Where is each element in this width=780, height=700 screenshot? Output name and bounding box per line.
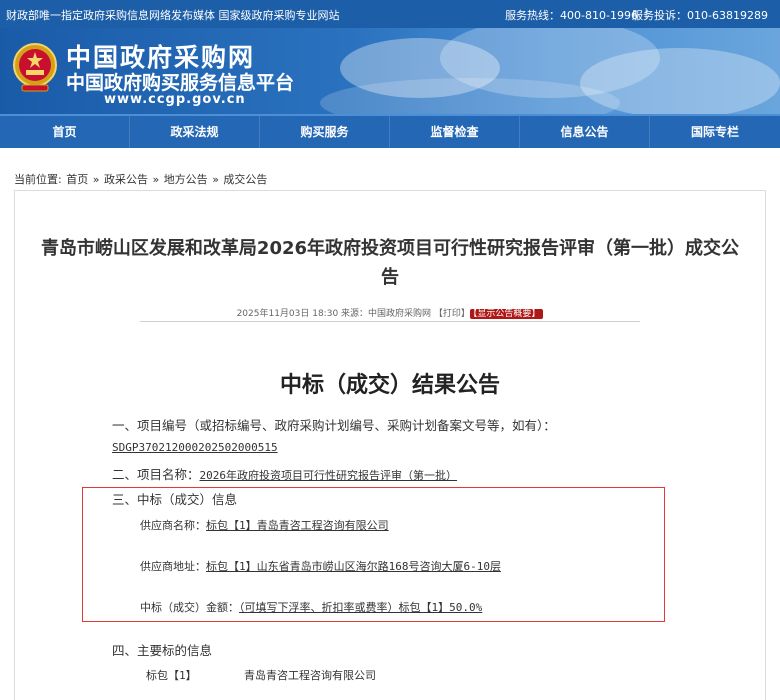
project-number: SDGP370212000202502000515 — [112, 441, 278, 454]
nav-item-home[interactable]: 首页 — [0, 116, 130, 148]
breadcrumb: 当前位置: 首页 » 政采公告 » 地方公告 » 成交公告 — [14, 171, 268, 187]
breadcrumb-separator: » — [212, 173, 219, 186]
supplier-name-label: 供应商名称： — [140, 519, 206, 532]
publish-info: 2025年11月03日 18:30 来源：中国政府采购网 【打印】 — [236, 309, 470, 319]
site-slogan: 财政部唯一指定政府采购信息网络发布媒体 国家级政府采购专业网站 — [6, 9, 340, 22]
summary-badge-button[interactable]: 【显示公告概要】 — [469, 309, 544, 319]
result-heading: 中标（成交）结果公告 — [279, 372, 500, 398]
supplier-address-value: 标包【1】山东省青岛市崂山区海尔路168号咨询大厦6-10层 — [206, 560, 501, 573]
nav-item-announcements[interactable]: 信息公告 — [520, 116, 650, 148]
project-name: 2026年政府投资项目可行性研究报告评审（第一批） — [199, 469, 458, 482]
section-2-label: 二、项目名称： — [112, 467, 200, 482]
breadcrumb-item-home[interactable]: 首页 — [66, 173, 88, 186]
lot-company: 青岛青咨工程咨询有限公司 — [244, 669, 376, 682]
article-meta: 2025年11月03日 18:30 来源：中国政府采购网 【打印】 【显示公告概要… — [14, 306, 766, 319]
nav-item-regulations[interactable]: 政采法规 — [130, 116, 260, 148]
nav-item-purchase-services[interactable]: 购买服务 — [260, 116, 390, 148]
main-nav: 首页 政采法规 购买服务 监督检查 信息公告 国际专栏 — [0, 114, 780, 148]
amount-value: （可填写下浮率、折扣率或费率）标包【1】50.0% — [239, 601, 483, 614]
amount-row: 中标（成交）金额：（可填写下浮率、折扣率或费率）标包【1】50.0% — [140, 599, 482, 615]
top-info-bar: 财政部唯一指定政府采购信息网络发布媒体 国家级政府采购专业网站 服务热线：400… — [0, 0, 780, 28]
breadcrumb-prefix: 当前位置: — [14, 173, 62, 186]
lot-label: 标包【1】 — [146, 669, 197, 682]
section-3-label: 三、中标（成交）信息 — [112, 492, 238, 507]
section-1-label: 一、项目编号（或招标编号、政府采购计划编号、采购计划备案文号等，如有）： — [112, 418, 556, 433]
national-emblem-icon — [13, 43, 57, 92]
breadcrumb-separator: » — [152, 173, 160, 186]
supplier-address-label: 供应商地址： — [140, 560, 206, 573]
breadcrumb-item-procurement[interactable]: 政采公告 — [104, 173, 148, 186]
site-banner: 中国政府采购网 中国政府购买服务信息平台 www.ccgp.gov.cn — [0, 28, 780, 114]
complaint-hotline: 服务投诉：010-63819289 — [632, 9, 768, 22]
amount-label: 中标（成交）金额： — [140, 601, 239, 614]
supplier-name-row: 供应商名称：标包【1】青岛青咨工程咨询有限公司 — [140, 517, 389, 533]
supplier-name-value: 标包【1】青岛青咨工程咨询有限公司 — [206, 519, 389, 532]
section-2: 二、项目名称：2026年政府投资项目可行性研究报告评审（第一批） — [112, 464, 457, 483]
breadcrumb-item-local[interactable]: 地方公告 — [164, 173, 208, 186]
breadcrumb-item-deal[interactable]: 成交公告 — [223, 173, 267, 186]
nav-item-supervision[interactable]: 监督检查 — [390, 116, 520, 148]
site-url: www.ccgp.gov.cn — [104, 92, 246, 107]
service-hotline: 服务热线：400-810-1996 — [505, 9, 638, 22]
nav-item-international[interactable]: 国际专栏 — [650, 116, 780, 148]
site-subtitle: 中国政府购买服务信息平台 — [66, 72, 295, 94]
meta-divider — [140, 321, 640, 322]
article-title: 青岛市崂山区发展和改革局2026年政府投资项目可行性研究报告评审（第一批）成交公… — [40, 238, 740, 288]
breadcrumb-separator: » — [92, 173, 100, 186]
supplier-address-row: 供应商地址：标包【1】山东省青岛市崂山区海尔路168号咨询大厦6-10层 — [140, 558, 501, 574]
section-4-label: 四、主要标的信息 — [112, 643, 213, 658]
